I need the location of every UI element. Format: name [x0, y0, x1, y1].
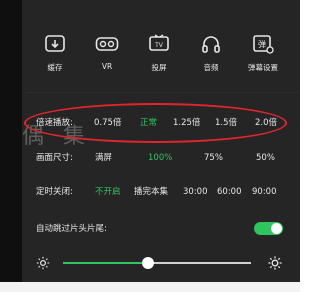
vr-goggles-icon [93, 32, 121, 56]
vr-label: VR [101, 62, 113, 71]
svg-text:TV: TV [154, 42, 164, 49]
skip-intro-label: 自动跳过片头片尾: [36, 224, 107, 234]
screen-size-option-50[interactable]: 50% [256, 151, 275, 165]
skip-intro-toggle[interactable] [254, 222, 283, 235]
audio-button[interactable]: 音频 [186, 32, 236, 73]
timer-option-30[interactable]: 30:00 [183, 185, 208, 199]
timer-label: 定时关闭: [36, 187, 73, 197]
video-edge [0, 0, 22, 282]
headphones-icon [197, 32, 225, 56]
brightness-high-icon [268, 255, 282, 270]
action-icon-row: 缓存 VR TV 投屏 音频 弹 弹幕设置 [30, 32, 290, 74]
cast-label: 投屏 [151, 63, 167, 72]
vr-button[interactable]: VR [82, 32, 132, 71]
page-bottom-strip [0, 282, 300, 292]
toggle-knob [271, 223, 282, 234]
player-settings-panel: 偶 集 缓存 VR TV 投屏 音频 弹 弹幕设置 倍速播放: 0.75倍 正常… [0, 0, 300, 282]
screen-size-option-100[interactable]: 100% [148, 151, 172, 165]
brightness-slider-thumb[interactable] [141, 257, 154, 269]
danmaku-settings-button[interactable]: 弹 弹幕设置 [238, 32, 288, 73]
timer-row: 定时关闭: 不开启 播完本集 30:00 60:00 90:00 [36, 185, 286, 199]
screen-size-option-75[interactable]: 75% [204, 151, 223, 165]
danmaku-settings-label: 弹幕设置 [248, 63, 278, 72]
timer-option-90[interactable]: 90:00 [252, 185, 277, 199]
screen-size-label: 画面尺寸: [36, 153, 73, 163]
brightness-slider-fill [63, 262, 148, 264]
timer-option-end-of-episode[interactable]: 播完本集 [134, 185, 168, 199]
danmaku-settings-icon: 弹 [249, 32, 277, 56]
timer-option-60[interactable]: 60:00 [217, 185, 242, 199]
highlight-ellipse [24, 103, 287, 143]
screen-size-option-fill[interactable]: 满屏 [95, 151, 112, 165]
timer-option-off[interactable]: 不开启 [95, 185, 121, 199]
svg-text:弹: 弹 [258, 39, 266, 49]
screen-size-row: 画面尺寸: 满屏 100% 75% 50% [36, 151, 286, 165]
tv-cast-icon: TV [145, 32, 173, 56]
brightness-low-icon [36, 255, 50, 270]
brightness-slider[interactable] [63, 257, 251, 269]
download-icon [41, 32, 69, 56]
divider [26, 92, 300, 93]
download-button[interactable]: 缓存 [30, 32, 80, 73]
cast-button[interactable]: TV 投屏 [134, 32, 184, 73]
download-label: 缓存 [47, 63, 63, 72]
audio-label: 音频 [203, 63, 219, 72]
skip-intro-row: 自动跳过片头片尾: [36, 222, 246, 236]
